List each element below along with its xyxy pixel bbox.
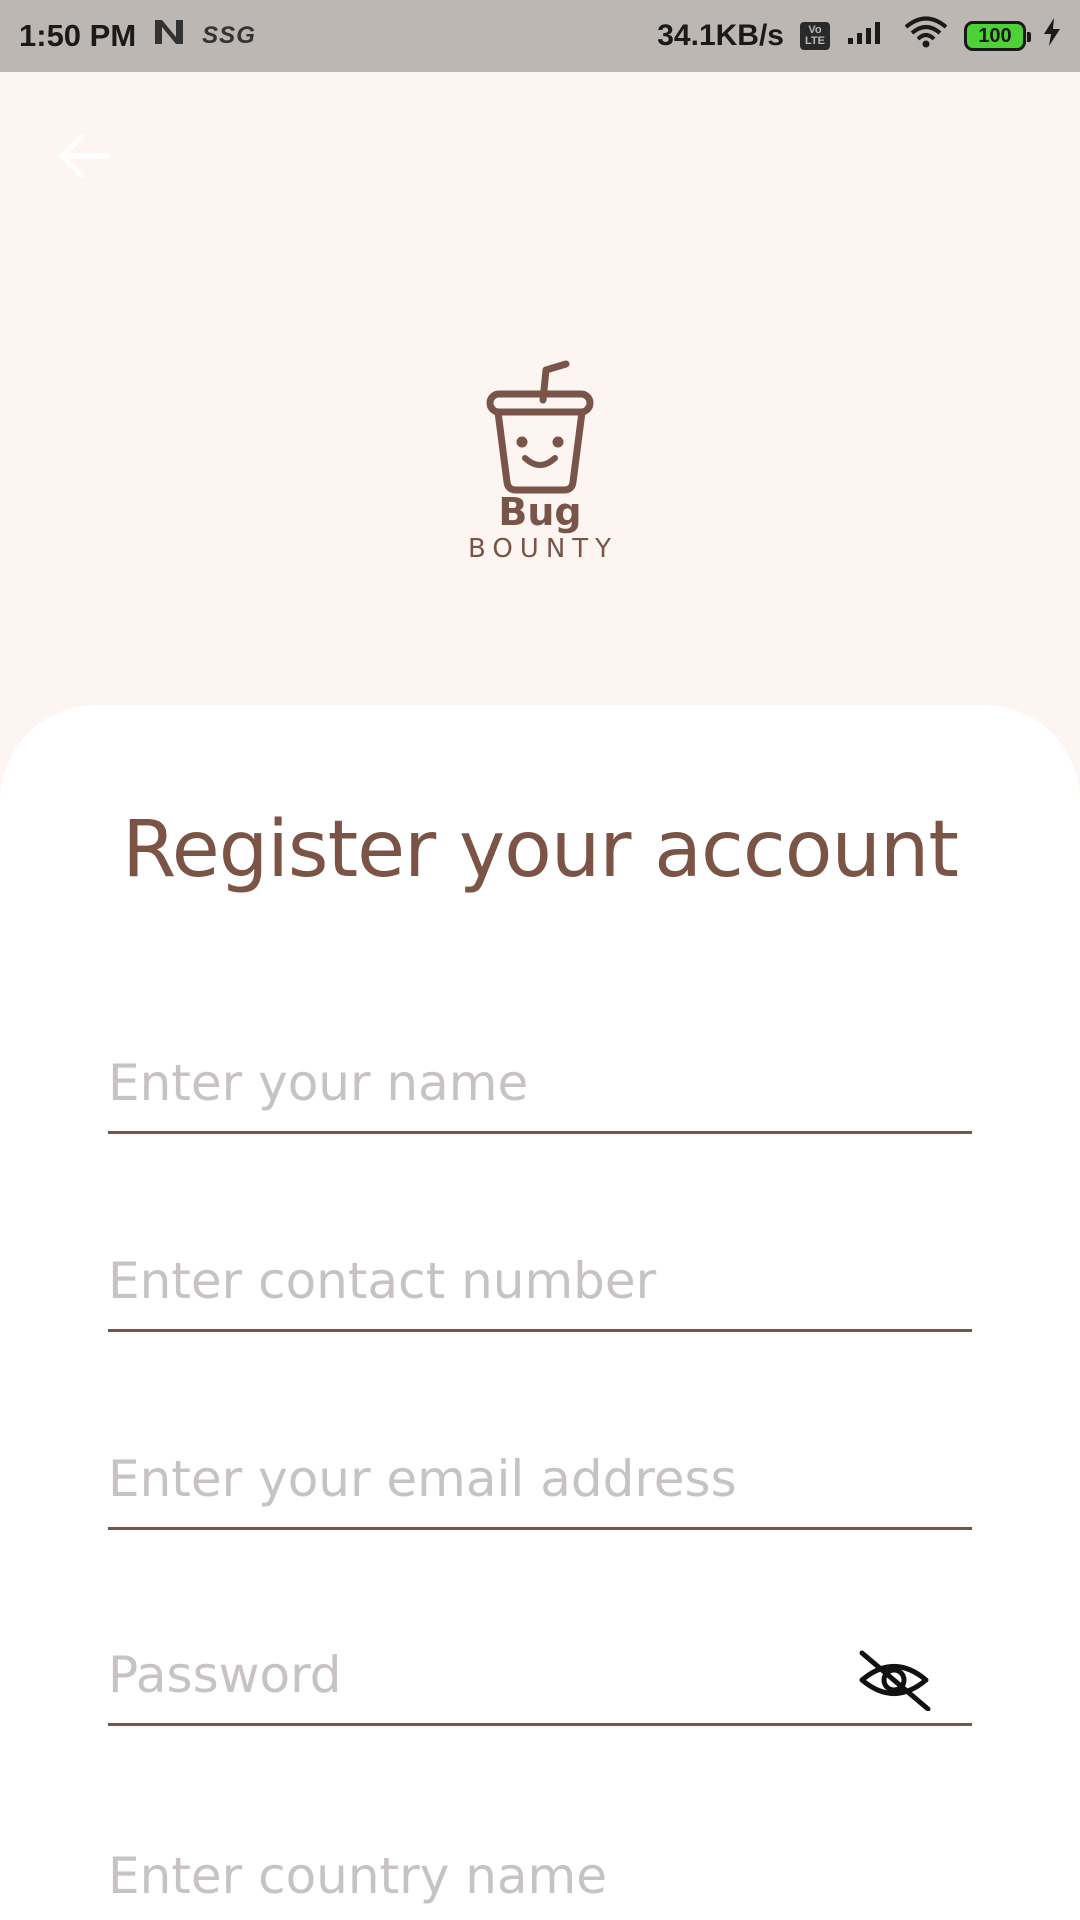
- email-field[interactable]: [108, 1430, 972, 1530]
- page-title: Register your account: [122, 805, 959, 895]
- status-bar-right: 34.1KB/s Vo LTE 100: [657, 16, 1062, 56]
- app-logo: Bug BOUNTY: [455, 360, 625, 580]
- password-input[interactable]: [108, 1626, 868, 1723]
- arrow-left-icon: [59, 133, 110, 179]
- name-field[interactable]: [108, 1034, 972, 1134]
- email-input[interactable]: [108, 1430, 972, 1527]
- n-icon: [152, 17, 186, 55]
- net-speed: 34.1KB/s: [657, 19, 784, 52]
- country-input[interactable]: [108, 1826, 972, 1920]
- cup-smiley-icon: [486, 360, 594, 494]
- contact-number-input[interactable]: [108, 1232, 972, 1329]
- back-button[interactable]: [52, 124, 116, 188]
- status-bar: 1:50 PM SSG 34.1KB/s Vo LTE 100: [0, 0, 1080, 72]
- contact-number-field[interactable]: [108, 1232, 972, 1332]
- status-bar-left: 1:50 PM SSG: [19, 17, 256, 55]
- carrier-badge: SSG: [202, 22, 256, 49]
- volte-icon: Vo LTE: [800, 22, 830, 50]
- logo-text-bounty: BOUNTY: [467, 534, 619, 564]
- signal-icon: [846, 18, 888, 54]
- battery-icon: 100: [964, 21, 1031, 51]
- password-field[interactable]: [108, 1626, 972, 1726]
- charging-icon: [1042, 17, 1062, 55]
- country-field[interactable]: [108, 1826, 972, 1920]
- password-visibility-toggle[interactable]: [854, 1648, 934, 1712]
- status-time: 1:50 PM: [19, 18, 137, 53]
- eye-off-icon: [859, 1650, 931, 1711]
- wifi-icon: [904, 16, 948, 56]
- name-input[interactable]: [108, 1034, 972, 1131]
- logo-text-bug: Bug: [498, 490, 582, 534]
